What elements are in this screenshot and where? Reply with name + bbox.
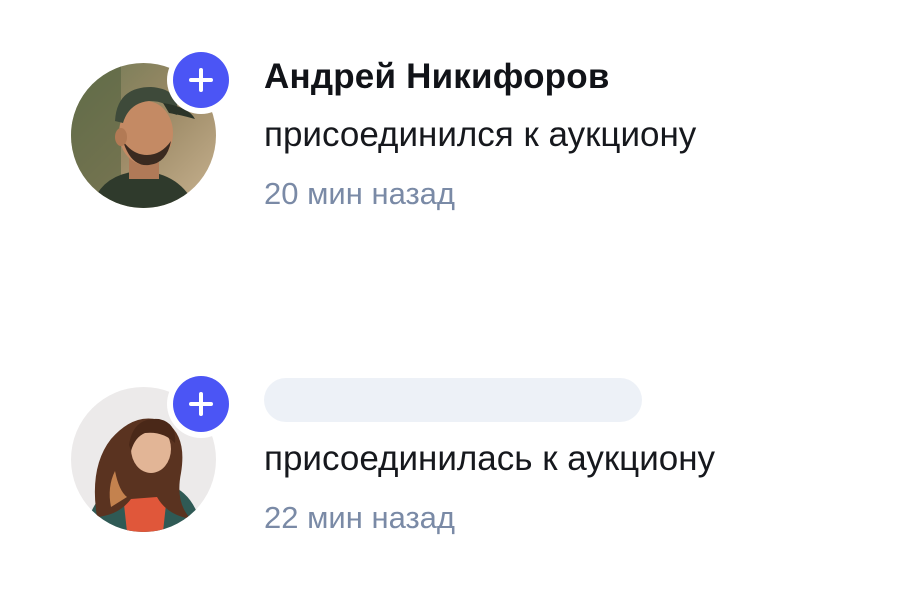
feed-item: Андрей Никифоров присоединился к аукцион… (0, 0, 906, 300)
timestamp: 20 мин назад (264, 176, 456, 211)
add-friend-button[interactable] (167, 46, 235, 114)
plus-icon (173, 52, 229, 108)
user-name-placeholder (264, 378, 642, 422)
avatar-container (71, 370, 235, 532)
add-friend-button[interactable] (167, 370, 235, 438)
user-name[interactable]: Андрей Никифоров (264, 57, 610, 97)
activity-text: присоединился к аукциону (264, 115, 697, 154)
feed-item: присоединилась к аукциону 22 мин назад (0, 300, 906, 594)
avatar-container (71, 46, 235, 208)
plus-icon (173, 376, 229, 432)
activity-text: присоединилась к аукциону (264, 439, 716, 478)
timestamp: 22 мин назад (264, 500, 456, 535)
